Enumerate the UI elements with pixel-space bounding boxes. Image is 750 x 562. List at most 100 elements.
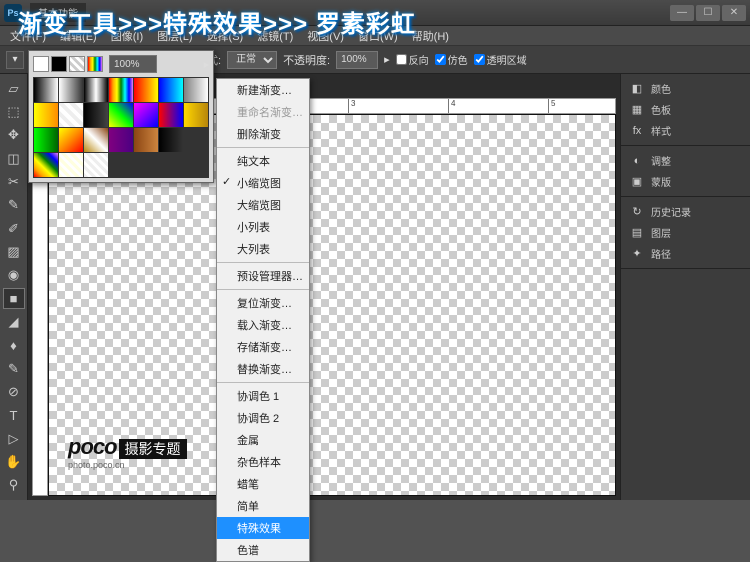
tool-preset-dd[interactable]: ▾ (6, 51, 24, 69)
rainbow-swatch[interactable] (87, 56, 103, 72)
gradient-swatch[interactable] (84, 78, 108, 102)
fg-swatch[interactable] (33, 56, 49, 72)
tool-button[interactable]: ◫ (3, 148, 25, 169)
menu-item[interactable]: 删除渐变 (217, 123, 309, 145)
gradient-swatch[interactable] (34, 78, 58, 102)
menu-item[interactable]: 复位渐变… (217, 292, 309, 314)
gradient-swatch[interactable] (34, 103, 58, 127)
panel-icon: ↻ (629, 205, 645, 219)
menu-item[interactable]: 色谱 (217, 539, 309, 561)
menu-item[interactable]: 载入渐变… (217, 314, 309, 336)
panel-label: 样式 (651, 123, 671, 138)
panel-tab[interactable]: ↻历史记录 (621, 201, 750, 222)
tool-button[interactable]: ⚲ (3, 475, 25, 496)
menu-item[interactable]: 协调色 2 (217, 407, 309, 429)
tool-button[interactable]: ◉ (3, 265, 25, 286)
gradient-swatch[interactable] (59, 128, 83, 152)
menu-item[interactable]: 协调色 1 (217, 385, 309, 407)
gradient-swatch[interactable] (134, 103, 158, 127)
panel-icon: ◧ (629, 82, 645, 96)
menu-item[interactable]: 蜡笔 (217, 473, 309, 495)
picker-zoom[interactable] (109, 55, 157, 73)
panel-tab[interactable]: ▦色板 (621, 99, 750, 120)
tool-button[interactable]: T (3, 405, 25, 426)
panel-tab[interactable]: fx 样式 (621, 120, 750, 141)
right-dock: ◧颜色▦色板 fx 样式 ◐调整 ▣ 蒙版 ↻历史记录▤图层✦路径 (620, 74, 750, 500)
gradient-swatch[interactable] (159, 78, 183, 102)
menu-item[interactable]: 小列表 (217, 216, 309, 238)
panel-tab[interactable]: ▤图层 (621, 222, 750, 243)
menu-item[interactable]: 杂色样本 (217, 451, 309, 473)
tool-button[interactable]: ■ (3, 288, 25, 309)
menu-item[interactable]: 存储渐变… (217, 336, 309, 358)
tool-button[interactable]: ♦ (3, 335, 25, 356)
opacity-flyout-icon[interactable]: ▸ (384, 53, 390, 66)
gradient-swatch[interactable] (84, 128, 108, 152)
panel-label: 蒙版 (651, 174, 671, 189)
tool-button[interactable]: ⊘ (3, 381, 25, 402)
tool-button[interactable]: ⬚ (3, 101, 25, 122)
gradient-swatch[interactable] (109, 128, 133, 152)
panel-icon: ◐ (629, 154, 645, 168)
gradient-swatch[interactable] (34, 153, 58, 177)
transparency-checkbox[interactable]: 透明区域 (474, 52, 527, 67)
blend-mode-select[interactable]: 正常 (227, 51, 277, 69)
gradient-swatch[interactable] (84, 103, 108, 127)
menu-item[interactable]: 小缩览图 (217, 172, 309, 194)
panel-tab[interactable]: ◐调整 (621, 150, 750, 171)
menu-item[interactable]: 大列表 (217, 238, 309, 260)
gradient-swatch[interactable] (34, 128, 58, 152)
panel-label: 色板 (651, 102, 671, 117)
menu-item[interactable]: 简单 (217, 495, 309, 517)
gradient-swatch[interactable] (184, 103, 208, 127)
tool-button[interactable]: ▱ (3, 78, 25, 99)
panel-tab[interactable]: ▣ 蒙版 (621, 171, 750, 192)
panel-tab[interactable]: ◧颜色 (621, 78, 750, 99)
min-button[interactable]: — (670, 5, 694, 21)
gradient-swatch[interactable] (184, 78, 208, 102)
panel-icon: ▣ (629, 175, 645, 189)
gradient-swatch[interactable] (109, 78, 133, 102)
tool-button[interactable]: ✐ (3, 218, 25, 239)
tool-button[interactable]: ✎ (3, 358, 25, 379)
gradient-preset-menu: 新建渐变…重命名渐变…删除渐变纯文本小缩览图大缩览图小列表大列表预设管理器…复位… (216, 78, 310, 562)
tool-button[interactable]: ✋ (3, 451, 25, 472)
picker-menu-icon[interactable]: ▸ (203, 58, 209, 71)
menu-item[interactable]: 替换渐变… (217, 358, 309, 380)
max-button[interactable]: ☐ (696, 5, 720, 21)
close-button[interactable]: ✕ (722, 5, 746, 21)
tool-button[interactable]: ✥ (3, 125, 25, 146)
menu-item[interactable]: 预设管理器… (217, 265, 309, 287)
tool-button[interactable]: ✂ (3, 171, 25, 192)
gradient-swatches (33, 77, 209, 178)
gradient-swatch[interactable] (109, 103, 133, 127)
gradient-swatch[interactable] (84, 153, 108, 177)
menu-item[interactable]: 新建渐变… (217, 79, 309, 101)
gradient-swatch[interactable] (134, 78, 158, 102)
menu-item[interactable]: 纯文本 (217, 150, 309, 172)
gradient-swatch[interactable] (59, 153, 83, 177)
panel-label: 图层 (651, 225, 671, 240)
annotation-overlay: 渐变工具>>>特殊效果>>> 罗素彩虹 (18, 4, 416, 39)
tool-button[interactable]: ✎ (3, 195, 25, 216)
trans-swatch[interactable] (69, 56, 85, 72)
dither-checkbox[interactable]: 仿色 (435, 52, 468, 67)
panel-tab[interactable]: ✦路径 (621, 243, 750, 264)
tool-button[interactable]: ▨ (3, 241, 25, 262)
tool-button[interactable]: ◢ (3, 311, 25, 332)
menu-item[interactable]: 特殊效果 (217, 517, 309, 539)
gradient-swatch[interactable] (159, 128, 183, 152)
panel-icon: fx (629, 124, 645, 138)
gradient-picker-popup: ▸ (28, 50, 214, 183)
menu-item[interactable]: 金属 (217, 429, 309, 451)
menu-item[interactable]: 大缩览图 (217, 194, 309, 216)
gradient-swatch[interactable] (59, 103, 83, 127)
gradient-swatch[interactable] (134, 128, 158, 152)
gradient-swatch[interactable] (59, 78, 83, 102)
reverse-checkbox[interactable]: 反向 (396, 52, 429, 67)
bg-swatch[interactable] (51, 56, 67, 72)
gradient-swatch[interactable] (159, 103, 183, 127)
opacity-input[interactable] (336, 51, 378, 69)
tool-button[interactable]: ▷ (3, 428, 25, 449)
panel-label: 路径 (651, 246, 671, 261)
